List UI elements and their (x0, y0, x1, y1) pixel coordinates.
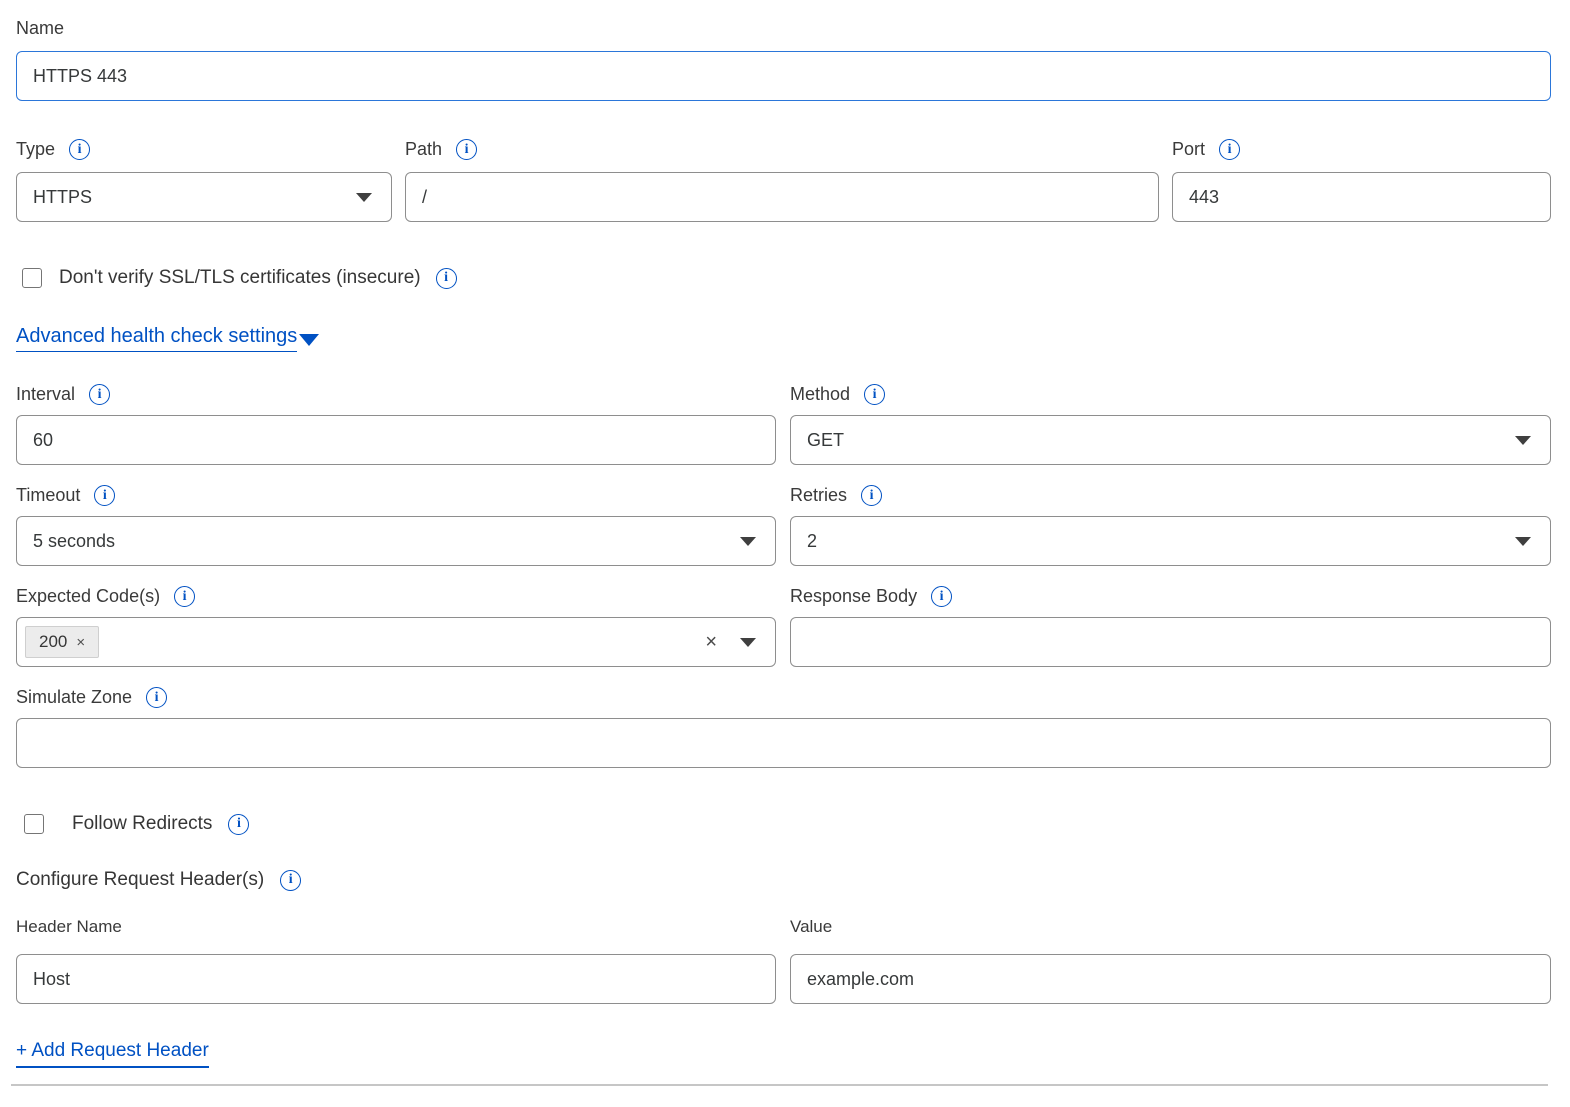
type-info-icon[interactable]: i (69, 139, 90, 160)
expected-codes-label: Expected Code(s) (16, 586, 160, 607)
chip-remove-icon[interactable]: × (76, 634, 85, 651)
port-info-icon[interactable]: i (1219, 139, 1240, 160)
header-value-field-group: Value (790, 917, 1551, 1004)
interval-method-row: Interval i Method i GET (16, 384, 1551, 465)
timeout-label: Timeout (16, 485, 80, 506)
timeout-select-value: 5 seconds (33, 531, 115, 552)
header-value-column-label: Value (790, 917, 1551, 937)
timeout-info-icon[interactable]: i (94, 485, 115, 506)
request-headers-title-row: Configure Request Header(s) i (16, 869, 1551, 891)
header-value-input[interactable] (790, 954, 1551, 1004)
follow-redirects-label: Follow Redirects (72, 813, 212, 835)
add-request-header-link[interactable]: + Add Request Header (16, 1040, 209, 1068)
follow-redirects-row: Follow Redirects i (24, 813, 1551, 835)
advanced-settings-toggle[interactable]: Advanced health check settings (16, 325, 319, 352)
header-name-field-group: Header Name (16, 917, 776, 1004)
expected-code-chip: 200 × (25, 626, 99, 658)
retries-select[interactable]: 2 (790, 516, 1551, 566)
simulate-zone-label: Simulate Zone (16, 687, 132, 708)
timeout-retries-row: Timeout i 5 seconds Retries i 2 (16, 485, 1551, 566)
name-field-group: Name (16, 18, 1551, 101)
follow-redirects-info-icon[interactable]: i (228, 814, 249, 835)
dont-verify-ssl-row: Don't verify SSL/TLS certificates (insec… (22, 267, 1551, 289)
method-label: Method (790, 384, 850, 405)
name-input[interactable] (16, 51, 1551, 101)
response-body-input[interactable] (790, 617, 1551, 667)
method-select[interactable]: GET (790, 415, 1551, 465)
dont-verify-ssl-info-icon[interactable]: i (436, 268, 457, 289)
section-divider (11, 1084, 1548, 1086)
chevron-down-icon (740, 537, 756, 546)
header-row: Header Name Value (16, 917, 1551, 1004)
advanced-settings-link-text: Advanced health check settings (16, 325, 297, 352)
retries-info-icon[interactable]: i (861, 485, 882, 506)
type-select-value: HTTPS (33, 187, 92, 208)
path-field-group: Path i (405, 139, 1159, 222)
type-path-port-row: Type i HTTPS Path i Port i (16, 139, 1551, 222)
interval-input[interactable] (16, 415, 776, 465)
interval-field-group: Interval i (16, 384, 776, 465)
chevron-down-icon (356, 193, 372, 202)
expected-codes-multiselect[interactable]: 200 × × (16, 617, 776, 667)
path-input[interactable] (405, 172, 1159, 222)
dont-verify-ssl-label: Don't verify SSL/TLS certificates (insec… (59, 267, 421, 289)
follow-redirects-checkbox[interactable] (24, 814, 44, 834)
port-label: Port (1172, 139, 1205, 160)
expected-code-chip-value: 200 (39, 632, 67, 652)
path-info-icon[interactable]: i (456, 139, 477, 160)
response-body-field-group: Response Body i (790, 586, 1551, 667)
chevron-down-icon (740, 638, 756, 647)
response-body-label: Response Body (790, 586, 917, 607)
header-name-input[interactable] (16, 954, 776, 1004)
request-headers-info-icon[interactable]: i (280, 870, 301, 891)
type-field-group: Type i HTTPS (16, 139, 392, 222)
method-select-value: GET (807, 430, 844, 451)
expected-codes-field-group: Expected Code(s) i 200 × × (16, 586, 776, 667)
retries-label: Retries (790, 485, 847, 506)
header-name-column-label: Header Name (16, 917, 776, 937)
codes-body-row: Expected Code(s) i 200 × × Response Body… (16, 586, 1551, 667)
path-label: Path (405, 139, 442, 160)
timeout-select[interactable]: 5 seconds (16, 516, 776, 566)
type-label: Type (16, 139, 55, 160)
request-headers-title: Configure Request Header(s) (16, 869, 264, 891)
simulate-zone-field-group: Simulate Zone i (16, 687, 1551, 768)
response-body-info-icon[interactable]: i (931, 586, 952, 607)
port-input[interactable] (1172, 172, 1551, 222)
chevron-down-icon (1515, 537, 1531, 546)
chevron-down-icon (299, 334, 319, 346)
expected-codes-info-icon[interactable]: i (174, 586, 195, 607)
simulate-zone-input[interactable] (16, 718, 1551, 768)
method-field-group: Method i GET (790, 384, 1551, 465)
retries-select-value: 2 (807, 531, 817, 552)
method-info-icon[interactable]: i (864, 384, 885, 405)
clear-all-icon[interactable]: × (705, 631, 717, 654)
dont-verify-ssl-checkbox[interactable] (22, 268, 42, 288)
interval-info-icon[interactable]: i (89, 384, 110, 405)
type-select[interactable]: HTTPS (16, 172, 392, 222)
simulate-zone-info-icon[interactable]: i (146, 687, 167, 708)
name-label: Name (16, 18, 64, 39)
retries-field-group: Retries i 2 (790, 485, 1551, 566)
interval-label: Interval (16, 384, 75, 405)
port-field-group: Port i (1172, 139, 1551, 222)
chevron-down-icon (1515, 436, 1531, 445)
health-check-form: Name Type i HTTPS Path i Port i (16, 0, 1551, 1086)
timeout-field-group: Timeout i 5 seconds (16, 485, 776, 566)
